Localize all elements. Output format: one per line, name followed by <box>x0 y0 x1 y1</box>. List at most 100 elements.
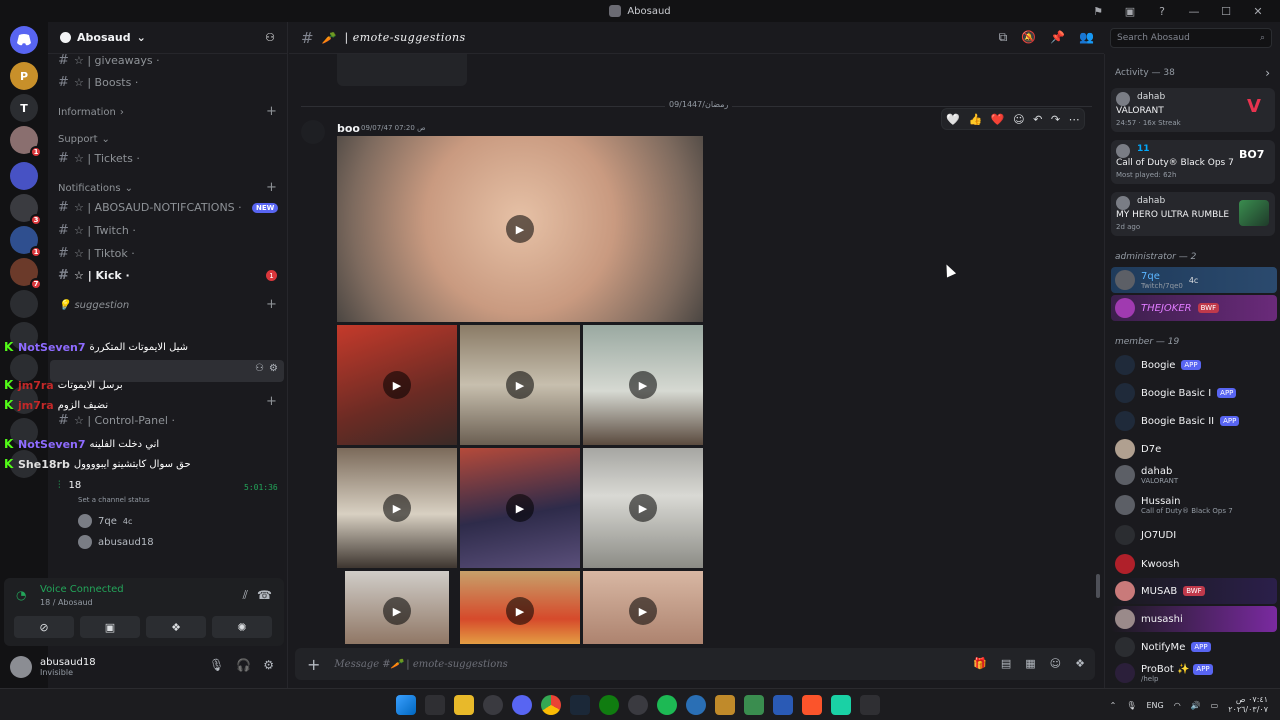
channel-boosts[interactable]: # ☆ | Boosts · <box>58 72 138 92</box>
app-icon[interactable] <box>715 695 735 715</box>
play-icon[interactable]: ▶ <box>506 494 534 522</box>
add-channel-icon[interactable]: + <box>266 394 277 409</box>
discord-taskbar-icon[interactable] <box>512 695 532 715</box>
clock[interactable]: ٠٧:٤١ ص ٢٠٢٦/٠٣/٠٧ <box>1228 695 1268 715</box>
app-icon[interactable] <box>744 695 764 715</box>
user-panel[interactable]: abusaud18 Invisible 🎙 🎧 ⚙ <box>0 646 288 688</box>
brave-icon[interactable] <box>802 695 822 715</box>
server-icon-t[interactable]: T <box>10 94 38 122</box>
activity-card[interactable]: 11 Call of Duty® Black Ops 7 Most played… <box>1111 140 1275 184</box>
play-icon[interactable]: ▶ <box>629 494 657 522</box>
discord-home-icon[interactable] <box>10 26 38 54</box>
screen-icon[interactable]: ▣ <box>1122 5 1138 18</box>
message-composer[interactable]: + Message #🥕 | emote-suggestions 🎁 ▤ ▦ ☺… <box>295 648 1095 680</box>
channel-control-panel[interactable]: # ☆ | Control-Panel · <box>58 410 175 430</box>
member-item[interactable]: Hussain Call of Duty® Black Ops 7 <box>1111 492 1277 518</box>
avatar[interactable] <box>301 120 325 144</box>
settings-icon[interactable] <box>483 695 503 715</box>
video-attachment[interactable]: ▶ <box>460 325 580 445</box>
add-channel-icon[interactable]: + <box>266 297 277 312</box>
threads-icon[interactable]: ⧉ <box>999 30 1008 45</box>
member-item[interactable]: Boogie Basic II APP <box>1111 408 1277 434</box>
channel-kick[interactable]: # ☆ | Kick · <box>58 265 130 285</box>
microphone-icon[interactable]: 🎙 <box>209 658 224 672</box>
inbox-icon[interactable]: ⚑ <box>1090 5 1106 18</box>
video-attachment[interactable]: ▶ <box>583 448 703 568</box>
sticker-icon[interactable]: ▦ <box>1025 657 1035 670</box>
pin-icon[interactable]: 📌 <box>1050 30 1065 45</box>
spotify-icon[interactable] <box>657 695 677 715</box>
react-thumbs-up-icon[interactable]: 👍 <box>969 113 983 126</box>
member-item[interactable]: Boogie APP <box>1111 352 1277 378</box>
member-item[interactable]: ProBot ✨ APP/help <box>1111 660 1277 686</box>
activities-button[interactable]: ❖ <box>146 616 206 638</box>
play-icon[interactable]: ▶ <box>383 494 411 522</box>
gift-icon[interactable]: 🎁 <box>973 657 987 670</box>
notification-bell-icon[interactable]: 🔕 <box>1021 30 1036 45</box>
play-icon[interactable]: ▶ <box>506 597 534 625</box>
battery-icon[interactable]: ▭ <box>1211 701 1219 710</box>
add-reaction-icon[interactable]: ☺ <box>1013 113 1024 126</box>
emoji-icon[interactable]: ☺ <box>1050 657 1061 670</box>
play-icon[interactable]: ▶ <box>506 371 534 399</box>
video-attachment[interactable]: ▶ <box>345 571 449 644</box>
server-icon[interactable] <box>10 290 38 318</box>
category-suggestion[interactable]: 💡 suggestion <box>58 300 129 311</box>
member-item[interactable]: D7e <box>1111 436 1277 462</box>
member-item[interactable]: THEJOKER BWF <box>1111 295 1277 321</box>
screen-share-button[interactable]: ▣ <box>80 616 140 638</box>
react-red-heart-icon[interactable]: ❤️ <box>991 113 1005 126</box>
language-indicator[interactable]: ENG <box>1146 701 1163 710</box>
video-attachment[interactable]: ▶ <box>583 325 703 445</box>
app-icon[interactable] <box>686 695 706 715</box>
previous-message-attachment[interactable] <box>337 54 467 86</box>
reply-icon[interactable]: ↶ <box>1033 113 1042 126</box>
member-item[interactable]: Boogie Basic I APP <box>1111 380 1277 406</box>
gear-icon[interactable]: ⚙ <box>263 658 274 672</box>
add-channel-icon[interactable]: + <box>266 180 277 195</box>
apps-icon[interactable]: ❖ <box>1075 657 1085 670</box>
member-item[interactable]: MUSAB BWF <box>1111 578 1277 604</box>
voice-channel-path[interactable]: 18 / Abosaud <box>40 598 93 607</box>
channel-giveaways[interactable]: # ☆ | giveaways · <box>58 50 160 70</box>
member-item[interactable]: Kwoosh <box>1111 551 1277 577</box>
app-icon[interactable] <box>831 695 851 715</box>
windows-start-icon[interactable] <box>396 695 416 715</box>
play-icon[interactable]: ▶ <box>383 371 411 399</box>
category-support[interactable]: Support ⌄ <box>58 134 110 145</box>
server-icon[interactable]: 3 <box>10 194 42 226</box>
attach-plus-icon[interactable]: + <box>307 655 320 674</box>
signal-icon[interactable]: ◔ <box>16 588 26 602</box>
store-icon[interactable] <box>425 695 445 715</box>
voice-status-hint[interactable]: Set a channel status <box>78 496 150 504</box>
play-icon[interactable]: ▶ <box>629 597 657 625</box>
voice-channel-18[interactable]: ⫶ 18 <box>58 480 81 491</box>
server-icon[interactable]: 7 <box>10 258 42 290</box>
close-button[interactable]: ✕ <box>1250 5 1266 18</box>
video-attachment[interactable]: ▶ <box>337 448 457 568</box>
activity-title[interactable]: Activity — 38 <box>1115 68 1175 78</box>
app-icon[interactable] <box>860 695 880 715</box>
soundboard-button[interactable]: ✺ <box>212 616 272 638</box>
add-friend-icon[interactable]: ⚇ <box>265 31 275 44</box>
member-item[interactable]: 7qe Twitch/7qe0 4c <box>1111 267 1277 293</box>
server-icon-abosaud[interactable]: 1 <box>10 126 42 158</box>
voice-user[interactable]: abusaud18 <box>78 535 154 549</box>
video-attachment[interactable]: ▶ <box>337 136 703 322</box>
file-explorer-icon[interactable] <box>454 695 474 715</box>
steam-icon[interactable] <box>570 695 590 715</box>
channel-tiktok[interactable]: # ☆ | Tiktok · <box>58 243 135 263</box>
disconnect-icon[interactable]: ☎ <box>257 588 272 602</box>
headphones-icon[interactable]: 🎧 <box>236 658 251 672</box>
play-icon[interactable]: ▶ <box>383 597 411 625</box>
play-icon[interactable]: ▶ <box>629 371 657 399</box>
category-notifications[interactable]: Notifications ⌄ <box>58 183 133 194</box>
server-icon-p[interactable]: P <box>10 62 38 90</box>
video-attachment[interactable]: ▶ <box>583 571 703 644</box>
chevron-up-icon[interactable]: ⌃ <box>1110 701 1117 710</box>
xbox-icon[interactable] <box>599 695 619 715</box>
add-member-icon[interactable]: ⚇ <box>255 363 264 374</box>
app-icon[interactable] <box>773 695 793 715</box>
member-list-icon[interactable]: 👥 <box>1079 30 1094 45</box>
more-icon[interactable]: ⋯ <box>1069 113 1080 126</box>
